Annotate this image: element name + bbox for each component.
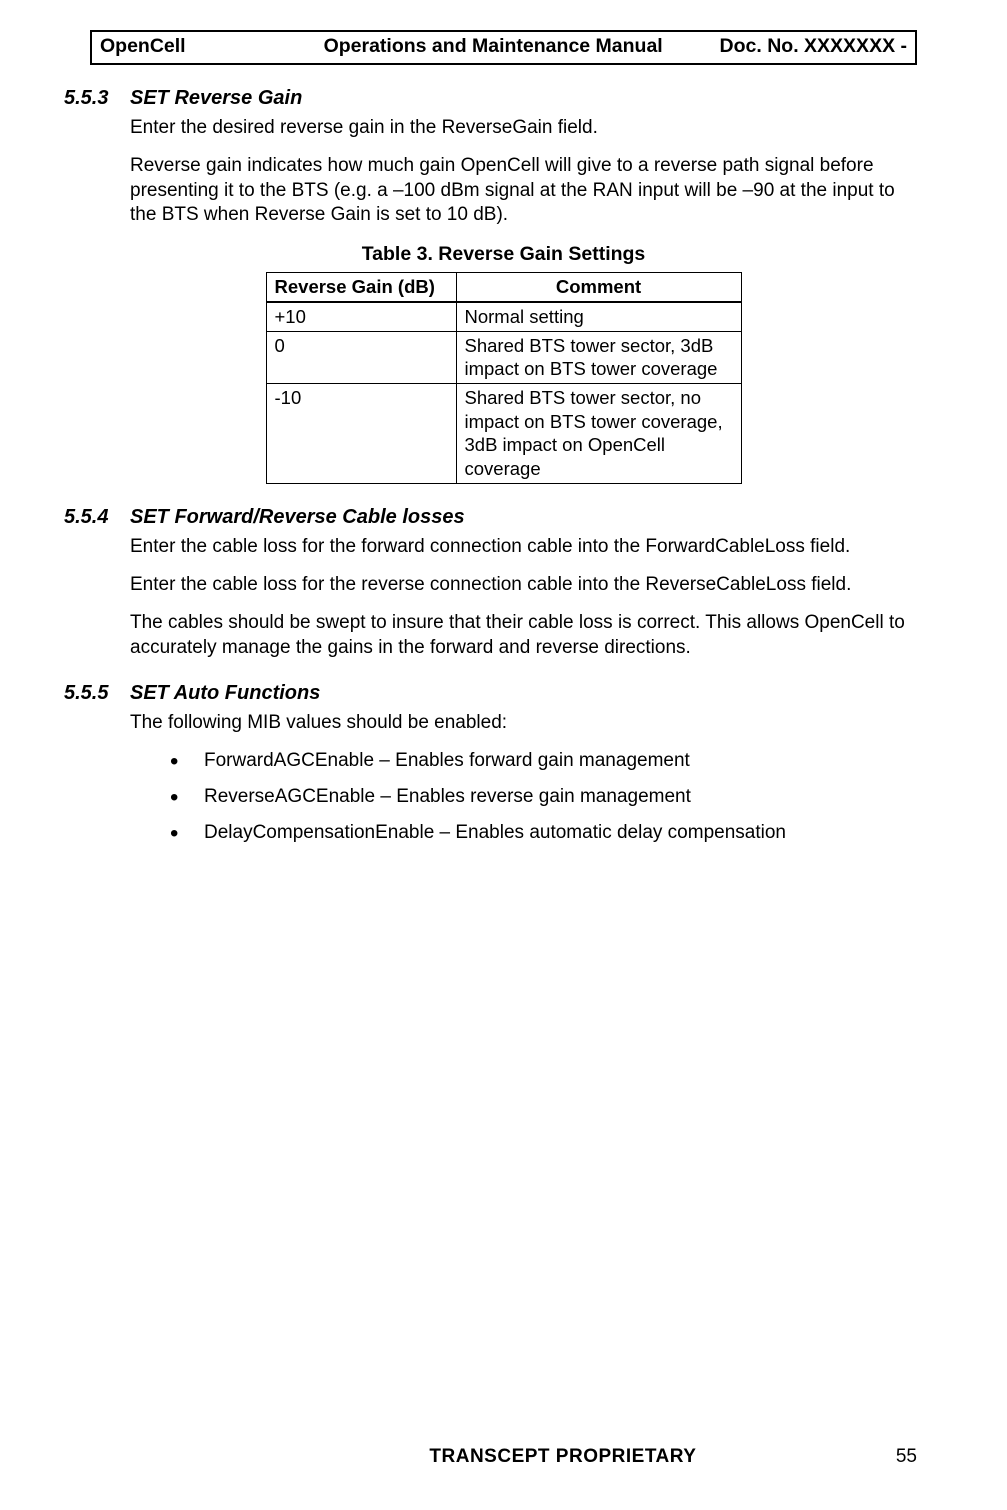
table-cell-comment: Normal setting bbox=[456, 302, 741, 331]
section-553-para-2: Reverse gain indicates how much gain Ope… bbox=[130, 154, 917, 227]
section-554-title: SET Forward/Reverse Cable losses bbox=[130, 506, 465, 528]
section-555-heading: 5.5.5SET Auto Functions bbox=[64, 682, 917, 705]
footer-page-number: 55 bbox=[896, 1446, 917, 1468]
header-doc-no: Doc. No. XXXXXXX - bbox=[679, 35, 907, 58]
section-555-title: SET Auto Functions bbox=[130, 682, 320, 704]
section-555-para-1: The following MIB values should be enabl… bbox=[130, 711, 917, 735]
table-3-header-gain: Reverse Gain (dB) bbox=[266, 273, 456, 302]
section-553-heading: 5.5.3SET Reverse Gain bbox=[64, 87, 917, 110]
list-item: ReverseAGCEnable – Enables reverse gain … bbox=[170, 785, 917, 809]
section-553-para-1: Enter the desired reverse gain in the Re… bbox=[130, 116, 917, 140]
header-product: OpenCell bbox=[100, 35, 307, 58]
section-554-number: 5.5.4 bbox=[64, 506, 130, 529]
table-row: -10 Shared BTS tower sector, no impact o… bbox=[266, 383, 741, 483]
section-555-bullet-list: ForwardAGCEnable – Enables forward gain … bbox=[170, 749, 917, 844]
section-553-title: SET Reverse Gain bbox=[130, 87, 302, 109]
table-cell-comment: Shared BTS tower sector, 3dB impact on B… bbox=[456, 331, 741, 383]
header-title: Operations and Maintenance Manual bbox=[307, 35, 679, 58]
section-553-number: 5.5.3 bbox=[64, 87, 130, 110]
page-footer: TRANSCEPT PROPRIETARY 55 bbox=[90, 1446, 917, 1468]
list-item: DelayCompensationEnable – Enables automa… bbox=[170, 821, 917, 845]
table-row: 0 Shared BTS tower sector, 3dB impact on… bbox=[266, 331, 741, 383]
list-item: ForwardAGCEnable – Enables forward gain … bbox=[170, 749, 917, 773]
table-3-caption: Table 3. Reverse Gain Settings bbox=[90, 243, 917, 266]
table-cell-gain: +10 bbox=[266, 302, 456, 331]
section-554-heading: 5.5.4SET Forward/Reverse Cable losses bbox=[64, 506, 917, 529]
footer-proprietary: TRANSCEPT PROPRIETARY bbox=[90, 1446, 896, 1468]
section-554-para-2: Enter the cable loss for the reverse con… bbox=[130, 573, 917, 597]
section-554-para-1: Enter the cable loss for the forward con… bbox=[130, 535, 917, 559]
table-cell-gain: -10 bbox=[266, 383, 456, 483]
table-3-header-row: Reverse Gain (dB) Comment bbox=[266, 273, 741, 302]
table-cell-gain: 0 bbox=[266, 331, 456, 383]
page-header: OpenCell Operations and Maintenance Manu… bbox=[90, 30, 917, 65]
section-555-number: 5.5.5 bbox=[64, 682, 130, 705]
section-554-para-3: The cables should be swept to insure tha… bbox=[130, 611, 917, 660]
table-3-header-comment: Comment bbox=[456, 273, 741, 302]
table-row: +10 Normal setting bbox=[266, 302, 741, 331]
table-cell-comment: Shared BTS tower sector, no impact on BT… bbox=[456, 383, 741, 483]
table-3: Reverse Gain (dB) Comment +10 Normal set… bbox=[266, 272, 742, 483]
